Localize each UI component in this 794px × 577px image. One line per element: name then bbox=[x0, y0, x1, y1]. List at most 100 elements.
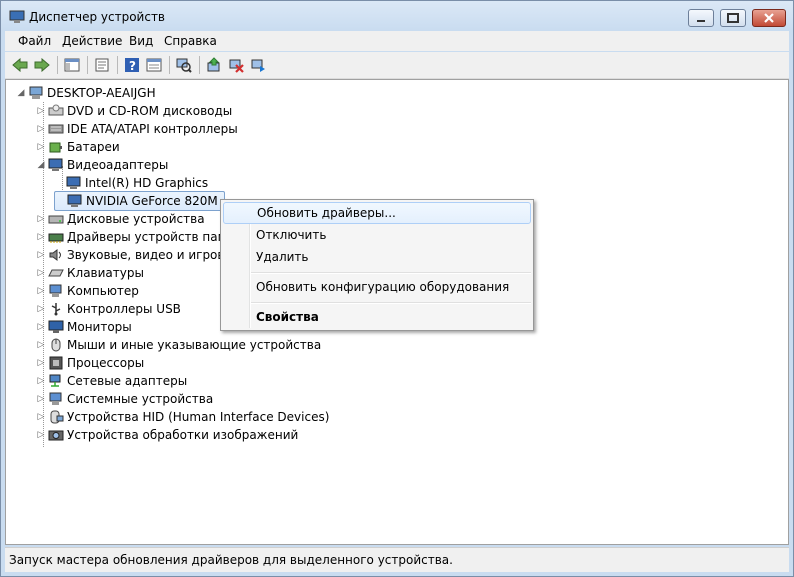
computer-icon bbox=[29, 86, 43, 99]
disable-button[interactable] bbox=[249, 56, 267, 74]
tree-item-nvidia-selected[interactable]: NVIDIA GeForce 820M bbox=[54, 191, 225, 211]
update-driver-button[interactable] bbox=[205, 56, 223, 74]
tree-item-keyboards[interactable]: ▷ Клавиатуры bbox=[36, 264, 144, 282]
menu-disable[interactable]: Отключить bbox=[223, 224, 531, 246]
view-button[interactable] bbox=[145, 56, 163, 74]
status-bar: Запуск мастера обновления драйверов для … bbox=[5, 547, 789, 572]
tree-item-label: Клавиатуры bbox=[67, 266, 144, 280]
scan-hardware-button[interactable] bbox=[175, 56, 193, 74]
show-hide-tree-button[interactable] bbox=[63, 56, 81, 74]
collapse-icon[interactable]: ◢ bbox=[36, 160, 46, 170]
tree-item-ide[interactable]: ▷ IDE ATA/ATAPI контроллеры bbox=[36, 120, 238, 138]
minimize-button[interactable] bbox=[688, 9, 714, 27]
expand-icon[interactable]: ▷ bbox=[36, 232, 46, 242]
toolbar: ? bbox=[5, 52, 789, 79]
expand-icon[interactable]: ▷ bbox=[36, 394, 46, 404]
expand-icon[interactable]: ▷ bbox=[36, 304, 46, 314]
tree-item-imaging[interactable]: ▷ Устройства обработки изображений bbox=[36, 426, 299, 444]
uninstall-button[interactable] bbox=[227, 56, 245, 74]
dvd-drive-icon bbox=[48, 104, 64, 116]
tree-item-label: Мониторы bbox=[67, 320, 132, 334]
keyboard-icon bbox=[48, 269, 64, 277]
tree-item-network[interactable]: ▷ Сетевые адаптеры bbox=[36, 372, 188, 390]
expand-icon[interactable]: ▷ bbox=[36, 106, 46, 116]
disable-icon bbox=[251, 59, 265, 72]
menu-separator bbox=[251, 302, 531, 304]
expand-icon[interactable]: ▷ bbox=[36, 340, 46, 350]
mouse-icon bbox=[51, 338, 61, 352]
menu-action[interactable]: Действие bbox=[62, 34, 122, 48]
tree-item-label: Видеоадаптеры bbox=[67, 158, 169, 172]
tree-item-mice[interactable]: ▷ Мыши и иные указывающие устройства bbox=[36, 336, 322, 354]
tree-item-intel-hd[interactable]: Intel(R) HD Graphics bbox=[54, 174, 208, 192]
expand-icon[interactable]: ▷ bbox=[36, 412, 46, 422]
maximize-icon bbox=[727, 13, 739, 23]
console-tree-icon bbox=[64, 58, 80, 72]
menu-file[interactable]: Файл bbox=[18, 34, 51, 48]
menu-item-label: Отключить bbox=[256, 228, 327, 242]
menu-scan-hardware[interactable]: Обновить конфигурацию оборудования bbox=[223, 276, 531, 298]
expand-icon[interactable]: ▷ bbox=[36, 322, 46, 332]
tree-item-hid[interactable]: ▷ Устройства HID (Human Interface Device… bbox=[36, 408, 330, 426]
computer-icon bbox=[49, 284, 62, 297]
expand-icon[interactable]: ▷ bbox=[36, 430, 46, 440]
menu-update-driver[interactable]: Обновить драйверы... bbox=[223, 202, 531, 224]
display-adapter-icon bbox=[67, 194, 82, 207]
expand-icon[interactable]: ▷ bbox=[36, 376, 46, 386]
menu-help[interactable]: Справка bbox=[164, 34, 217, 48]
menu-view[interactable]: Вид bbox=[129, 34, 153, 48]
minimize-icon bbox=[697, 20, 705, 22]
ide-controller-icon bbox=[48, 124, 64, 134]
help-button[interactable]: ? bbox=[123, 56, 141, 74]
expand-icon[interactable]: ▷ bbox=[36, 142, 46, 152]
tree-item-system[interactable]: ▷ Системные устройства bbox=[36, 390, 214, 408]
device-manager-window: Диспетчер устройств Файл Действие Вид Сп… bbox=[0, 0, 794, 577]
tree-item-memory-drivers[interactable]: ▷ Драйверы устройств памяти bbox=[36, 228, 249, 246]
tree-item-processors[interactable]: ▷ Процессоры bbox=[36, 354, 145, 372]
tree-item-display-adapters[interactable]: ◢ Видеоадаптеры bbox=[36, 156, 169, 174]
menu-item-label: Обновить конфигурацию оборудования bbox=[256, 280, 510, 294]
title-bar[interactable]: Диспетчер устройств bbox=[1, 1, 793, 33]
back-arrow-icon bbox=[12, 58, 28, 72]
properties-toolbar-button[interactable] bbox=[93, 56, 111, 74]
status-text: Запуск мастера обновления драйверов для … bbox=[9, 553, 453, 567]
tree-item-batteries[interactable]: ▷ Батареи bbox=[36, 138, 120, 156]
battery-icon bbox=[49, 142, 62, 153]
collapse-icon[interactable]: ◢ bbox=[16, 88, 26, 98]
back-button[interactable] bbox=[11, 56, 29, 74]
forward-button[interactable] bbox=[33, 56, 51, 74]
tree-root[interactable]: ◢ DESKTOP-AEAIJGH bbox=[16, 84, 156, 102]
tree-item-monitors[interactable]: ▷ Мониторы bbox=[36, 318, 132, 336]
tree-item-label: Дисковые устройства bbox=[67, 212, 205, 226]
menu-item-label: Обновить драйверы... bbox=[257, 206, 396, 220]
update-driver-icon bbox=[207, 57, 220, 72]
expand-icon[interactable]: ▷ bbox=[36, 124, 46, 134]
network-adapter-icon bbox=[49, 374, 61, 387]
camera-icon bbox=[48, 430, 64, 441]
expand-icon[interactable]: ▷ bbox=[36, 250, 46, 260]
window-title: Диспетчер устройств bbox=[29, 10, 166, 24]
tree-item-label: Сетевые адаптеры bbox=[67, 374, 188, 388]
close-button[interactable] bbox=[752, 9, 786, 27]
device-manager-icon bbox=[9, 10, 25, 23]
expand-icon[interactable]: ▷ bbox=[36, 268, 46, 278]
expand-icon[interactable]: ▷ bbox=[36, 286, 46, 296]
monitor-icon bbox=[48, 320, 64, 333]
tree-item-label: Устройства HID (Human Interface Devices) bbox=[67, 410, 330, 424]
expand-icon[interactable]: ▷ bbox=[36, 358, 46, 368]
expand-icon[interactable]: ▷ bbox=[36, 214, 46, 224]
tree-item-disk-drives[interactable]: ▷ Дисковые устройства bbox=[36, 210, 205, 228]
tree-item-label: Батареи bbox=[67, 140, 120, 154]
tree-item-label: Компьютер bbox=[67, 284, 139, 298]
usb-icon bbox=[51, 303, 61, 316]
tree-item-computer[interactable]: ▷ Компьютер bbox=[36, 282, 139, 300]
tree-item-usb[interactable]: ▷ Контроллеры USB bbox=[36, 300, 181, 318]
tree-item-label: Контроллеры USB bbox=[67, 302, 181, 316]
tree-item-dvd[interactable]: ▷ DVD и CD-ROM дисководы bbox=[36, 102, 233, 120]
disk-drive-icon bbox=[48, 215, 64, 224]
menu-uninstall[interactable]: Удалить bbox=[223, 246, 531, 268]
close-icon bbox=[764, 13, 774, 23]
menu-properties[interactable]: Свойства bbox=[223, 306, 531, 328]
maximize-button[interactable] bbox=[720, 9, 746, 27]
tree-item-label: IDE ATA/ATAPI контроллеры bbox=[67, 122, 238, 136]
